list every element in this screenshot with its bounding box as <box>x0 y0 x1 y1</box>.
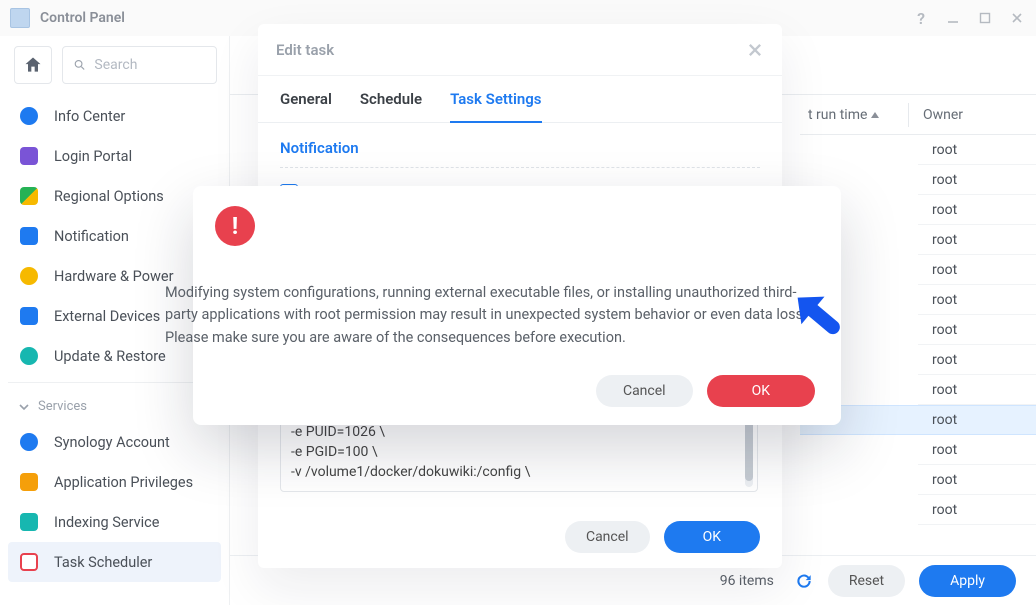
lock-icon <box>18 471 40 493</box>
bulb-icon <box>18 265 40 287</box>
sidebar-item-indexing-service[interactable]: Indexing Service <box>8 502 221 542</box>
reset-button[interactable]: Reset <box>828 565 905 597</box>
script-line: -e PGID=100 \ <box>291 442 747 462</box>
row-count: 96 items <box>720 573 774 589</box>
tab-general[interactable]: General <box>280 90 332 122</box>
sidebar-item-label: Synology Account <box>54 434 170 451</box>
sidebar-item-label: External Devices <box>54 308 160 325</box>
sidebar-item-task-scheduler[interactable]: Task Scheduler <box>8 542 221 582</box>
region-icon <box>18 185 40 207</box>
warn-cancel-button[interactable]: Cancel <box>596 375 693 407</box>
table-row[interactable]: root <box>918 345 1036 375</box>
warning-dialog: ! Modifying system configurations, runni… <box>193 186 841 425</box>
sidebar-item-synology-account[interactable]: Synology Account <box>8 422 221 462</box>
edit-cancel-button[interactable]: Cancel <box>565 521 650 553</box>
warn-ok-button[interactable]: OK <box>707 375 815 407</box>
help-icon[interactable]: ? <box>912 9 930 27</box>
sidebar-item-label: Regional Options <box>54 188 164 205</box>
col-label: t run time <box>808 107 867 123</box>
table-row[interactable]: root <box>918 195 1036 225</box>
sidebar-section-label: Services <box>38 399 87 414</box>
sidebar-item-login-portal[interactable]: Login Portal <box>8 136 221 176</box>
search-box[interactable] <box>62 46 217 84</box>
sidebar-item-label: Update & Restore <box>54 348 166 365</box>
table-header-row: t run time Owner <box>800 95 1036 135</box>
sidebar-item-label: Hardware & Power <box>54 268 173 285</box>
search-icon <box>73 57 86 73</box>
tab-schedule[interactable]: Schedule <box>360 90 422 122</box>
table-row[interactable]: root <box>918 435 1036 465</box>
warning-text: Modifying system configurations, running… <box>165 282 815 349</box>
home-icon[interactable] <box>14 46 52 84</box>
sidebar-divider <box>8 382 221 383</box>
col-owner[interactable]: Owner <box>909 107 1027 123</box>
index-icon <box>18 511 40 533</box>
sidebar-item-label: Application Privileges <box>54 474 193 491</box>
sidebar-section-services[interactable]: Services <box>8 389 221 422</box>
col-next-run-time[interactable]: t run time <box>800 107 908 123</box>
sidebar-item-label: Task Scheduler <box>54 554 152 571</box>
sidebar-item-label: Notification <box>54 228 129 245</box>
search-input[interactable] <box>94 57 206 73</box>
dialog-tabs: General Schedule Task Settings <box>258 76 782 123</box>
maximize-icon[interactable] <box>976 9 994 27</box>
sidebar-item-label: Indexing Service <box>54 514 159 531</box>
script-line: -v /volume1/docker/dokuwiki:/config \ <box>291 462 747 482</box>
dialog-title: Edit task <box>276 41 334 59</box>
warning-icon: ! <box>215 206 255 246</box>
table-row[interactable]: root <box>918 285 1036 315</box>
sidebar-item-notification[interactable]: Notification <box>8 216 221 256</box>
edit-ok-button[interactable]: OK <box>664 521 760 553</box>
app-root: Control Panel ? <box>0 0 1036 605</box>
col-label: Owner <box>923 107 963 123</box>
account-icon <box>18 431 40 453</box>
refresh-icon[interactable] <box>794 571 814 591</box>
sort-asc-icon <box>871 112 879 118</box>
info-icon <box>18 105 40 127</box>
sidebar-item-label: Info Center <box>54 108 125 125</box>
table-row[interactable]: root <box>918 375 1036 405</box>
table-row[interactable]: root <box>918 495 1036 525</box>
sidebar-item-regional-options[interactable]: Regional Options <box>8 176 221 216</box>
tab-task-settings[interactable]: Task Settings <box>450 90 541 122</box>
window-title: Control Panel <box>40 10 125 26</box>
app-icon <box>10 8 30 28</box>
portal-icon <box>18 145 40 167</box>
table-row[interactable]: root <box>918 225 1036 255</box>
table-row[interactable]: root <box>918 465 1036 495</box>
sidebar-item-label: Login Portal <box>54 148 132 165</box>
devices-icon <box>18 305 40 327</box>
minimize-icon[interactable] <box>944 9 962 27</box>
sidebar-item-application-privileges[interactable]: Application Privileges <box>8 462 221 502</box>
update-icon <box>18 345 40 367</box>
close-icon[interactable] <box>746 41 764 59</box>
table-row[interactable]: root <box>918 255 1036 285</box>
apply-button[interactable]: Apply <box>919 565 1016 597</box>
table-row[interactable]: root <box>918 135 1036 165</box>
schedule-icon <box>18 551 40 573</box>
notification-icon <box>18 225 40 247</box>
table-row[interactable]: root <box>918 315 1036 345</box>
table-body: rootrootrootrootrootrootrootrootrootroot… <box>918 135 1036 555</box>
section-notification: Notification <box>280 139 760 168</box>
table-row[interactable]: root <box>918 165 1036 195</box>
close-icon[interactable] <box>1008 9 1026 27</box>
sidebar-item-info-center[interactable]: Info Center <box>8 96 221 136</box>
chevron-down-icon <box>18 401 30 413</box>
